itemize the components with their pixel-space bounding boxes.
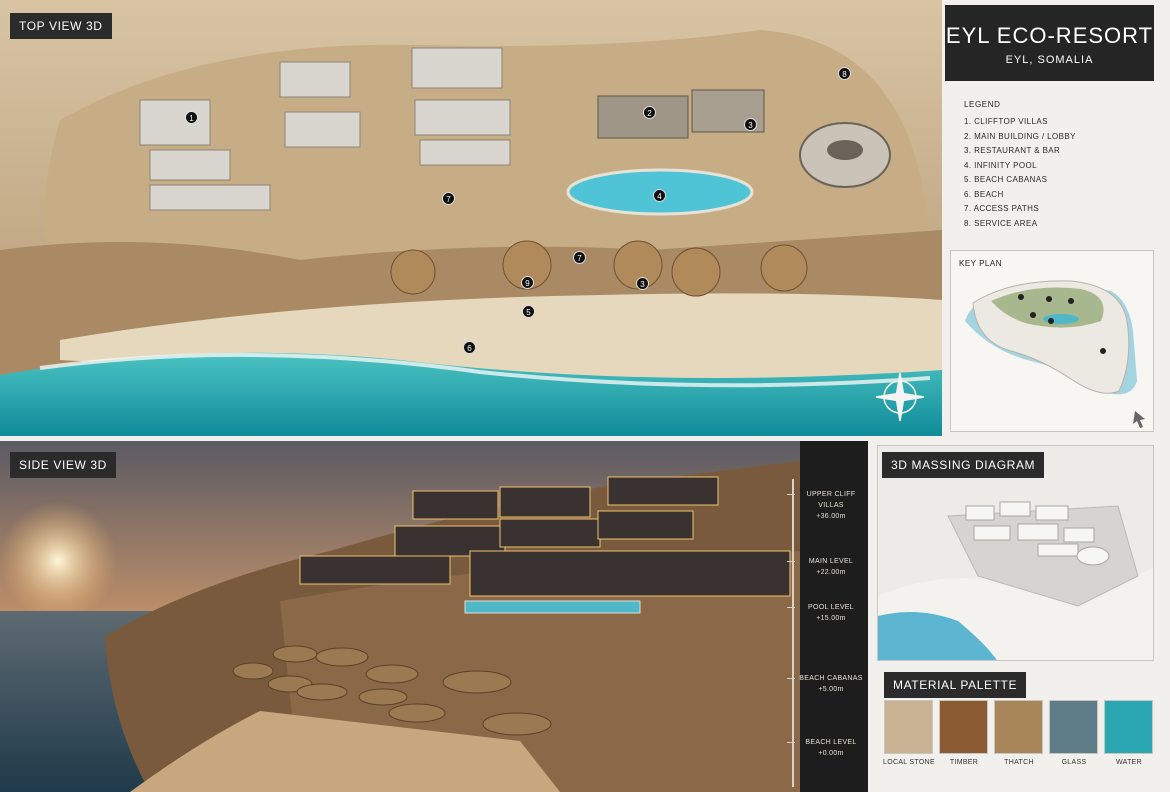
swatch-label: THATCH bbox=[1004, 759, 1034, 766]
map-marker: 3 bbox=[744, 118, 757, 131]
side-view-render bbox=[0, 441, 868, 792]
map-marker: 1 bbox=[185, 111, 198, 124]
legend-item: 4. INFINITY POOL bbox=[964, 160, 1037, 170]
level-upper-cliff: UPPER CLIFF VILLAS +36.00m bbox=[787, 489, 864, 522]
map-marker: 5 bbox=[522, 305, 535, 318]
top-view-render bbox=[0, 0, 942, 436]
level-name: BEACH LEVEL bbox=[805, 739, 857, 746]
level-value: +0.00m bbox=[818, 750, 844, 757]
map-marker: 3 bbox=[636, 277, 649, 290]
cursor-arrow-icon bbox=[1133, 411, 1145, 428]
title-block: EYL ECO-RESORT EYL, SOMALIA bbox=[945, 5, 1154, 81]
legend-item: 7. ACCESS PATHS bbox=[964, 204, 1040, 213]
level-beach: BEACH LEVEL +0.00m bbox=[787, 737, 864, 759]
map-marker: 6 bbox=[463, 341, 476, 354]
elevation-bar bbox=[792, 479, 794, 787]
swatch-glass bbox=[1049, 700, 1098, 754]
top-view-label: TOP VIEW 3D bbox=[10, 13, 112, 39]
top-view-panel: TOP VIEW 3D 1 2 3 4 5 6 7 7 8 9 3 bbox=[0, 0, 942, 436]
key-plan-map bbox=[965, 280, 1145, 428]
massing-diagram-panel: 3D MASSING DIAGRAM bbox=[877, 445, 1154, 661]
swatch-label: TIMBER bbox=[949, 759, 979, 766]
level-tick bbox=[787, 678, 795, 679]
swatch-timber bbox=[939, 700, 988, 754]
level-tick bbox=[787, 494, 795, 495]
legend: LEGEND 1. CLIFFTOP VILLAS 2. MAIN BUILDI… bbox=[964, 100, 1144, 240]
legend-item: 3. RESTAURANT & BAR bbox=[964, 146, 1061, 155]
map-marker: 8 bbox=[838, 67, 851, 80]
map-marker: 7 bbox=[442, 192, 455, 205]
key-plan-panel: KEY PLAN bbox=[950, 250, 1154, 432]
project-title: EYL ECO-RESORT bbox=[945, 23, 1154, 48]
massing-diagram-render bbox=[878, 446, 1153, 660]
level-beach-cabanas: BEACH CABANAS +5.00m bbox=[787, 673, 864, 695]
legend-item: 6. BEACH bbox=[964, 189, 1004, 199]
legend-item: 8. SERVICE AREA bbox=[964, 218, 1038, 228]
swatch-label: LOCAL STONE bbox=[883, 759, 935, 766]
legend-item: 2. MAIN BUILDING / LOBBY bbox=[964, 131, 1076, 141]
project-location: EYL, SOMALIA bbox=[1005, 54, 1094, 66]
map-marker: 7 bbox=[573, 251, 586, 264]
level-tick bbox=[787, 742, 795, 743]
level-name: UPPER CLIFF VILLAS bbox=[806, 491, 856, 509]
map-marker: 4 bbox=[653, 189, 666, 202]
legend-heading: LEGEND bbox=[964, 100, 1001, 109]
level-value: +36.00m bbox=[816, 513, 846, 520]
level-name: MAIN LEVEL bbox=[808, 558, 854, 565]
legend-list: 1. CLIFFTOP VILLAS 2. MAIN BUILDING / LO… bbox=[964, 115, 1144, 231]
map-marker: 2 bbox=[643, 106, 656, 119]
swatch-thatch bbox=[994, 700, 1043, 754]
level-value: +5.00m bbox=[818, 686, 844, 693]
side-view-panel: SIDE VIEW 3D UPPER CLIFF VILLAS +36.00m … bbox=[0, 441, 868, 792]
level-main: MAIN LEVEL +22.00m bbox=[787, 556, 864, 578]
level-tick bbox=[787, 607, 795, 608]
level-value: +22.00m bbox=[816, 569, 846, 576]
material-palette-label: MATERIAL PALETTE bbox=[884, 672, 1027, 698]
swatch-label: GLASS bbox=[1061, 759, 1087, 766]
level-value: +15.00m bbox=[816, 615, 846, 622]
swatch-local-stone bbox=[884, 700, 933, 754]
massing-label: 3D MASSING DIAGRAM bbox=[882, 452, 1045, 478]
swatch-water bbox=[1104, 700, 1153, 754]
level-tick bbox=[787, 561, 795, 562]
level-pool: POOL LEVEL +15.00m bbox=[787, 602, 864, 624]
legend-item: 1. CLIFFTOP VILLAS bbox=[964, 117, 1048, 126]
level-name: POOL LEVEL bbox=[808, 604, 854, 611]
side-view-label: SIDE VIEW 3D bbox=[10, 452, 116, 478]
map-marker: 9 bbox=[521, 276, 534, 289]
legend-item: 5. BEACH CABANAS bbox=[964, 175, 1048, 184]
level-name: BEACH CABANAS bbox=[799, 675, 863, 682]
swatch-label: WATER bbox=[1116, 759, 1142, 766]
